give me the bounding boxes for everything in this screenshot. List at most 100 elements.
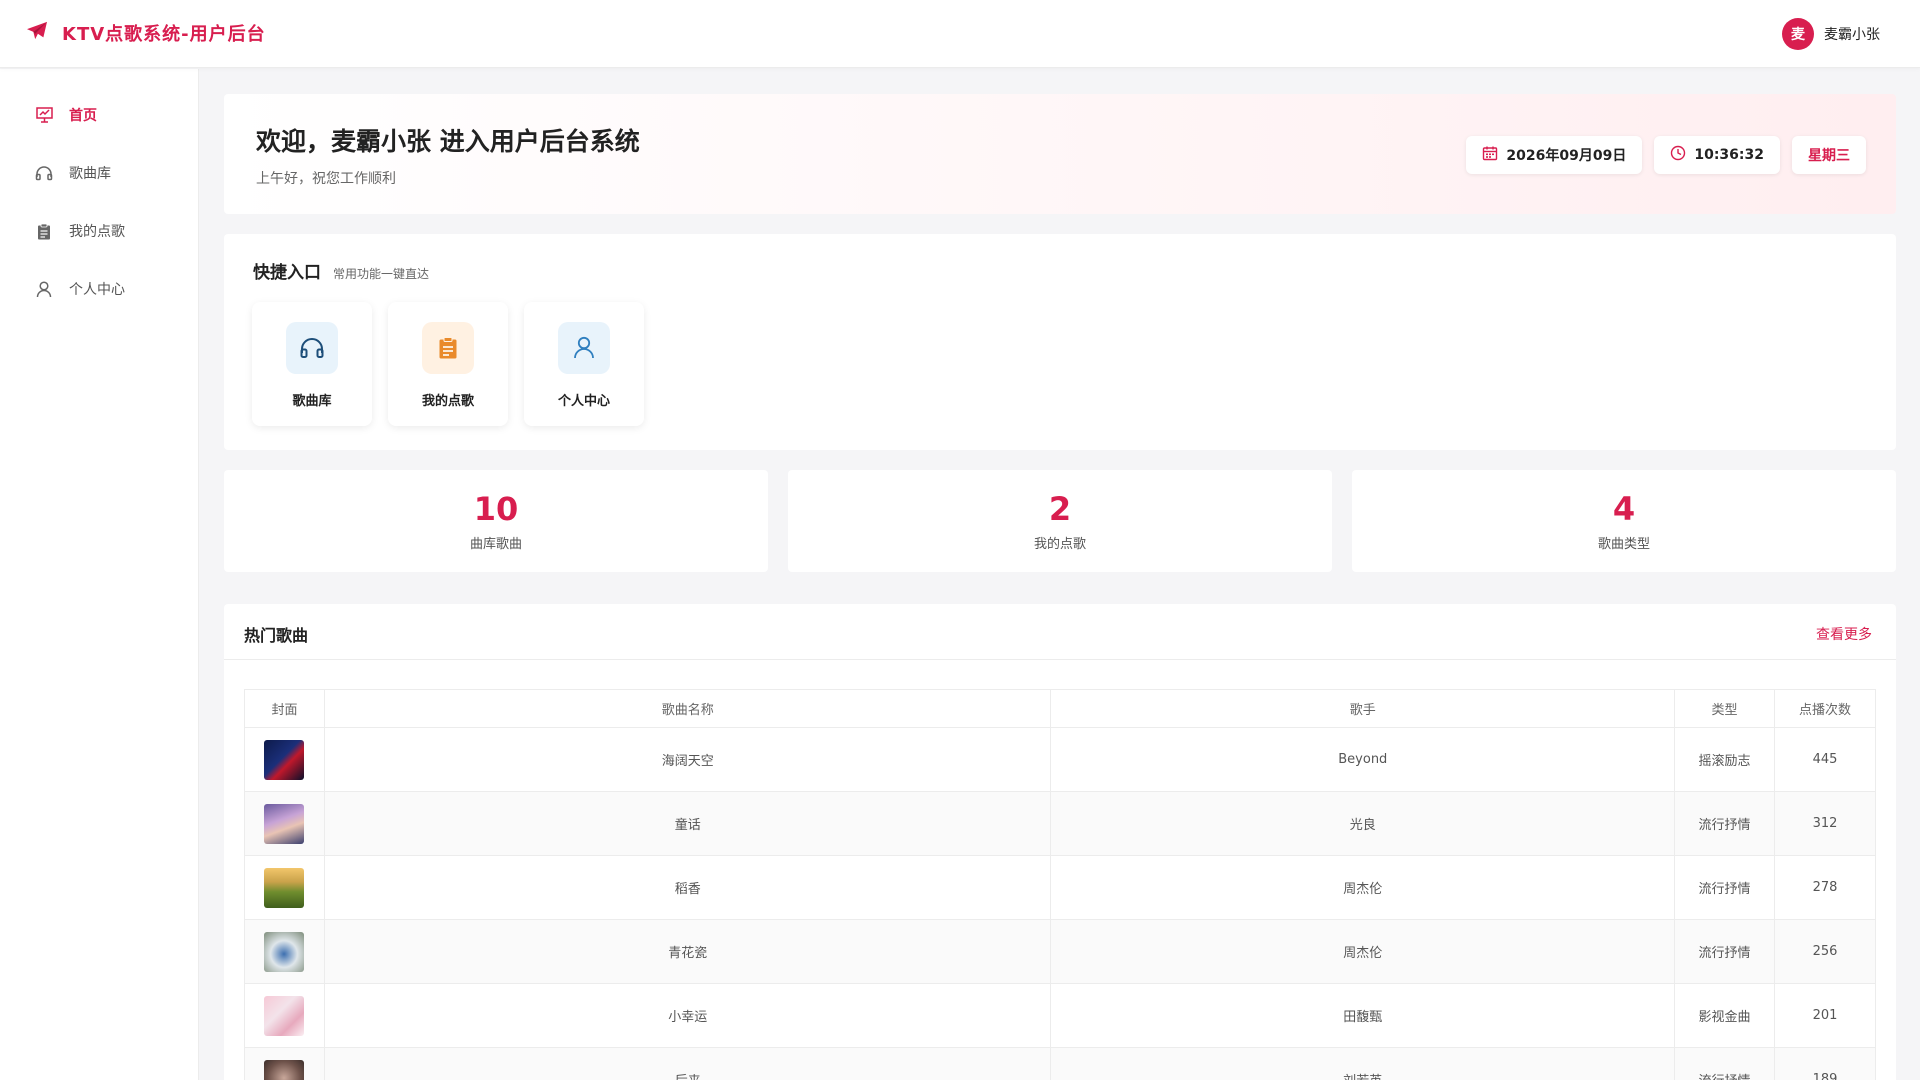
singer-cell: 田馥甄 [1050,983,1676,1048]
sidebar-item-profile[interactable]: 个人中心 [0,260,198,318]
plays-cell: 445 [1774,727,1876,792]
song-cover-image [264,803,305,844]
user-menu[interactable]: 麦 麦霸小张 [1782,18,1880,50]
sidebar-item-label: 首页 [69,108,97,124]
singer-cell: 光良 [1050,791,1676,856]
cover-cell [244,855,325,920]
column-header: 歌曲名称 [323,689,1052,728]
cover-cell [244,919,325,984]
user-icon [558,322,610,374]
sidebar-item-label: 个人中心 [69,282,125,298]
stat-card-library: 10 曲库歌曲 [224,470,768,572]
quick-card-label: 我的点歌 [421,394,474,409]
table-header-row: 封面 歌曲名称 歌手 类型 点播次数 [244,689,1876,728]
type-cell: 流行抒情 [1674,919,1776,984]
quick-access-header: 快捷入口 常用功能一键直达 [253,258,429,283]
quick-access-cards: 歌曲库 我的点歌 个人中心 [252,302,644,426]
stat-value: 10 [473,490,519,529]
sidebar-item-home[interactable]: 首页 [0,86,198,144]
quick-access-subtitle: 常用功能一键直达 [333,267,430,281]
sidebar-item-my-requests[interactable]: 我的点歌 [0,202,198,260]
plays-cell: 278 [1774,855,1876,920]
table-row[interactable]: 小幸运 田馥甄 影视金曲 201 [244,983,1876,1048]
quick-card-songs[interactable]: 歌曲库 [252,302,372,426]
quick-access-title: 快捷入口 [253,263,321,283]
song-name-cell: 后来 [323,1047,1052,1080]
table-row[interactable]: 青花瓷 周杰伦 流行抒情 256 [244,919,1876,984]
quick-card-my-requests[interactable]: 我的点歌 [388,302,508,426]
table-row[interactable]: 海阔天空 Beyond 摇滚励志 445 [244,727,1876,792]
singer-cell: 周杰伦 [1050,919,1676,984]
welcome-subtitle: 上午好，祝您工作顺利 [256,171,396,187]
stat-card-genres: 4 歌曲类型 [1352,470,1896,572]
stat-value: 2 [1048,490,1072,529]
date-text: 2026年09月09日 [1506,148,1627,164]
song-name-cell: 稻香 [323,855,1052,920]
plays-cell: 189 [1774,1047,1876,1080]
cover-cell [244,1047,325,1080]
singer-cell: Beyond [1050,727,1676,792]
song-cover-image [264,931,305,972]
song-name-cell: 小幸运 [323,983,1052,1048]
plays-cell: 256 [1774,919,1876,984]
column-header: 封面 [244,689,325,728]
song-name-cell: 海阔天空 [323,727,1052,792]
user-icon [35,280,53,298]
type-cell: 流行抒情 [1674,791,1776,856]
top-header: KTV点歌系统-用户后台 麦 麦霸小张 [0,0,1920,68]
cover-cell [244,983,325,1048]
headphones-icon [35,164,53,182]
headphones-icon [286,322,338,374]
calendar-icon [1482,145,1498,165]
avatar: 麦 [1782,18,1814,50]
datetime-chips: 2026年09月09日 10:36:32 星期三 [1466,136,1866,174]
song-cover-image [264,739,305,780]
table-row[interactable]: 稻香 周杰伦 流行抒情 278 [244,855,1876,920]
clipboard-icon [35,222,53,240]
weekday-chip: 星期三 [1792,136,1866,174]
stat-label: 曲库歌曲 [469,536,522,552]
song-cover-image [264,995,305,1036]
sidebar-item-label: 我的点歌 [69,224,125,240]
sidebar-item-label: 歌曲库 [69,166,111,182]
plays-cell: 312 [1774,791,1876,856]
table-row[interactable]: 后来 刘若英 流行抒情 189 [244,1047,1876,1080]
quick-card-profile[interactable]: 个人中心 [524,302,644,426]
weekday-text: 星期三 [1808,148,1850,164]
brand-title: KTV点歌系统-用户后台 [62,24,266,45]
song-cover-image [264,867,305,908]
welcome-banner: 欢迎，麦霸小张 进入用户后台系统 上午好，祝您工作顺利 2026年09月09日 … [224,94,1896,214]
clock-icon [1670,145,1686,165]
type-cell: 流行抒情 [1674,1047,1776,1080]
cover-cell [244,727,325,792]
clipboard-icon [422,322,474,374]
hot-songs-title: 热门歌曲 [244,626,309,645]
view-more-link[interactable]: 查看更多 [1816,624,1872,644]
type-cell: 影视金曲 [1674,983,1776,1048]
type-cell: 摇滚励志 [1674,727,1776,792]
main-content: 欢迎，麦霸小张 进入用户后台系统 上午好，祝您工作顺利 2026年09月09日 … [224,94,1896,1080]
quick-access-panel: 快捷入口 常用功能一键直达 歌曲库 我的点歌 个人中心 [224,234,1896,450]
stat-card-my-requests: 2 我的点歌 [788,470,1332,572]
stat-label: 我的点歌 [1033,536,1086,552]
stat-value: 4 [1612,490,1636,529]
plays-cell: 201 [1774,983,1876,1048]
welcome-title: 欢迎，麦霸小张 进入用户后台系统 [256,127,640,156]
quick-card-label: 歌曲库 [292,394,332,409]
hot-songs-table: 封面 歌曲名称 歌手 类型 点播次数 海阔天空 Beyond 摇滚励志 445 [244,689,1876,1080]
column-header: 点播次数 [1774,689,1876,728]
song-cover-image [264,1059,305,1080]
sidebar-item-songs[interactable]: 歌曲库 [0,144,198,202]
table-row[interactable]: 童话 光良 流行抒情 312 [244,791,1876,856]
home-chart-icon [35,106,53,124]
quick-card-label: 个人中心 [557,394,610,409]
column-header: 类型 [1674,689,1776,728]
hot-songs-header: 热门歌曲 查看更多 [224,604,1896,660]
hot-songs-panel: 热门歌曲 查看更多 封面 歌曲名称 歌手 类型 点播次数 海阔天空 Beyond… [224,604,1896,1080]
cover-cell [244,791,325,856]
type-cell: 流行抒情 [1674,855,1776,920]
time-text: 10:36:32 [1694,147,1764,163]
singer-cell: 刘若英 [1050,1047,1676,1080]
singer-cell: 周杰伦 [1050,855,1676,920]
brand[interactable]: KTV点歌系统-用户后台 [26,20,266,46]
